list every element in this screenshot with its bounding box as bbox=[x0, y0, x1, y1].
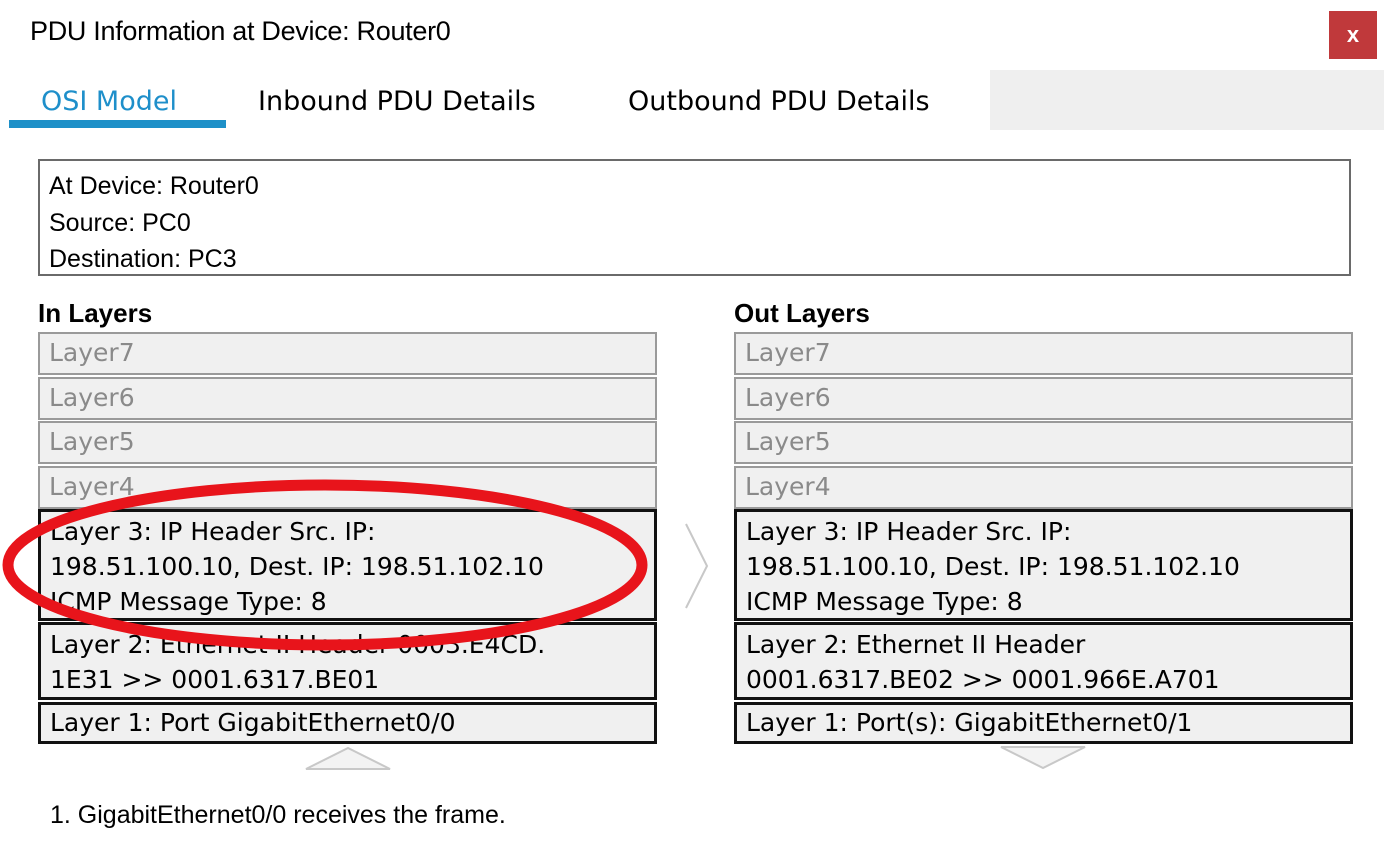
out-layer-3-line: ICMP Message Type: 8 bbox=[746, 587, 1023, 616]
out-layer-3-line: Layer 3: IP Header Src. IP: bbox=[746, 517, 1072, 546]
out-layer-7: Layer7 bbox=[734, 332, 1353, 375]
in-layer-3-line: ICMP Message Type: 8 bbox=[50, 587, 327, 616]
in-layer-7: Layer7 bbox=[38, 332, 657, 375]
in-layer-3[interactable]: Layer 3: IP Header Src. IP: 198.51.100.1… bbox=[38, 509, 657, 621]
device-info-box: At Device: Router0 Source: PC0 Destinati… bbox=[38, 159, 1351, 276]
source-line: Source: PC0 bbox=[49, 208, 191, 237]
close-button[interactable]: x bbox=[1329, 11, 1377, 59]
in-layer-3-line: Layer 3: IP Header Src. IP: bbox=[50, 517, 376, 546]
out-layer-3[interactable]: Layer 3: IP Header Src. IP: 198.51.100.1… bbox=[734, 509, 1353, 621]
out-layer-4: Layer4 bbox=[734, 466, 1353, 509]
tab-strip-background bbox=[990, 70, 1384, 130]
out-layer-3-line: 198.51.100.10, Dest. IP: 198.51.102.10 bbox=[746, 552, 1240, 581]
device-line: At Device: Router0 bbox=[49, 172, 259, 200]
window-title: PDU Information at Device: Router0 bbox=[30, 16, 451, 46]
in-layer-5: Layer5 bbox=[38, 421, 657, 464]
in-layer-3-line: 198.51.100.10, Dest. IP: 198.51.102.10 bbox=[50, 552, 544, 581]
out-layer-1-label: Layer 1: Port(s): GigabitEthernet0/1 bbox=[746, 708, 1193, 737]
in-layer-2-line: 1E31 >> 0001.6317.BE01 bbox=[50, 665, 380, 694]
in-layer-2[interactable]: Layer 2: Ethernet II Header 0003.E4CD. 1… bbox=[38, 622, 657, 700]
in-layer-2-line: Layer 2: Ethernet II Header 0003.E4CD. bbox=[50, 630, 546, 659]
tab-inbound-pdu-details[interactable]: Inbound PDU Details bbox=[258, 80, 536, 124]
out-layer-2-line: 0001.6317.BE02 >> 0001.966E.A701 bbox=[746, 665, 1220, 694]
chevron-right-icon[interactable] bbox=[684, 522, 710, 610]
status-message: 1. GigabitEthernet0/0 receives the frame… bbox=[50, 801, 506, 829]
active-tab-indicator bbox=[9, 120, 226, 128]
in-layer-1[interactable]: Layer 1: Port GigabitEthernet0/0 bbox=[38, 702, 657, 744]
in-layers-heading: In Layers bbox=[38, 298, 153, 328]
in-layer-6: Layer6 bbox=[38, 377, 657, 420]
out-layers-heading: Out Layers bbox=[734, 298, 870, 328]
out-layer-5: Layer5 bbox=[734, 421, 1353, 464]
chevron-up-icon[interactable] bbox=[304, 745, 392, 771]
tab-osi-model[interactable]: OSI Model bbox=[41, 80, 177, 124]
in-layer-4: Layer4 bbox=[38, 466, 657, 509]
out-layer-2-line: Layer 2: Ethernet II Header bbox=[746, 630, 1086, 659]
destination-line: Destination: PC3 bbox=[49, 245, 237, 273]
in-layer-1-label: Layer 1: Port GigabitEthernet0/0 bbox=[50, 708, 456, 737]
out-layer-2[interactable]: Layer 2: Ethernet II Header 0001.6317.BE… bbox=[734, 622, 1353, 700]
chevron-down-icon[interactable] bbox=[999, 745, 1087, 771]
out-layer-1[interactable]: Layer 1: Port(s): GigabitEthernet0/1 bbox=[734, 702, 1353, 744]
out-layer-6: Layer6 bbox=[734, 377, 1353, 420]
tab-outbound-pdu-details[interactable]: Outbound PDU Details bbox=[628, 80, 930, 124]
